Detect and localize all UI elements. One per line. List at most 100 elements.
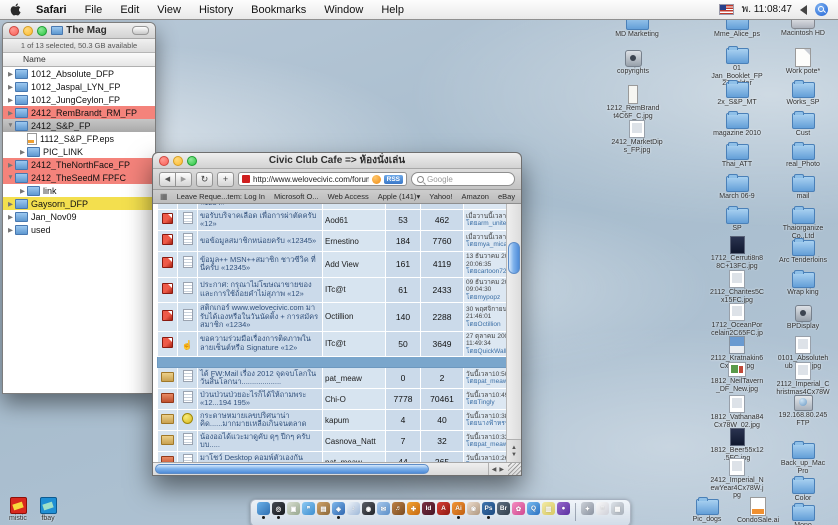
dock-item-illustrator[interactable]: Ai [452, 502, 466, 519]
topic-subject-link[interactable]: ได้ FW:Mail เรื่อง 2012 จุดจบโลกในวันสิ้… [200, 370, 320, 387]
topic-subject-link[interactable]: มาโชว์ Desktop คอมพ์ตัวเองกันเถอะ.......… [200, 454, 320, 463]
desktop-icon-1812-beer55x12-5fc-jpg[interactable]: 1812_Beer55x12.5FC.jpg [710, 428, 764, 462]
dock-item-finder[interactable] [257, 502, 271, 519]
desktop-icon-back-up-mac-pro[interactable]: Back_up_Mac Pro [776, 443, 830, 475]
finder-row[interactable]: ▼2412_S&P_FP [3, 119, 155, 132]
disclosure-triangle-icon[interactable]: ▶ [6, 200, 15, 208]
add-bookmark-button[interactable]: + [217, 172, 234, 187]
reload-button[interactable]: ↻ [196, 172, 213, 187]
menu-item-history[interactable]: History [190, 4, 242, 16]
author-link[interactable]: pat_meaw [325, 374, 362, 383]
menu-item-edit[interactable]: Edit [111, 4, 148, 16]
menu-item-view[interactable]: View [148, 4, 190, 16]
dock-item-trash[interactable]: ▦ [611, 502, 625, 519]
author-link[interactable]: ITc@t [325, 339, 346, 348]
back-button[interactable]: ◀ [159, 172, 176, 187]
snapback-icon[interactable] [372, 175, 381, 184]
author-link[interactable]: Add View [325, 260, 359, 269]
desktop-icon-march-06-9[interactable]: March 06-9 [710, 176, 764, 201]
disclosure-triangle-icon[interactable]: ▶ [6, 213, 15, 221]
dock-item-indesign[interactable]: Id [422, 502, 436, 519]
menu-item-help[interactable]: Help [372, 4, 413, 16]
author-link[interactable]: Octillion [325, 312, 353, 321]
dock-item-photoshop[interactable]: Ps [482, 502, 496, 519]
last-post-author-link[interactable]: โดยOctillion [466, 321, 506, 329]
horizontal-scrollbar[interactable]: ◀▶ [153, 462, 521, 475]
last-post-author-link[interactable]: โดยmya_mica [466, 241, 506, 249]
finder-row[interactable]: ▼2412_TheSeedM FPFC [3, 171, 155, 184]
bookmarks-grid-icon[interactable]: ▦ [160, 192, 168, 201]
finder-row[interactable]: ▶used [3, 223, 155, 236]
desktop-icon-1212-rembrandt4c6f-c-jpg[interactable]: 1212_RemBrandt4C6F_C.jpg [606, 85, 660, 120]
finder-name-column-header[interactable]: Name [3, 53, 155, 67]
last-post-author-link[interactable]: โดยcartoon7257 [466, 268, 506, 276]
bookmark-item[interactable]: Leave Reque...tem: Log In [177, 192, 265, 201]
topic-subject-link[interactable]: ขอความร่วมมือเรื่องการติดภาพในลายเซ็นต์ห… [200, 335, 320, 352]
author-link[interactable]: Casnova_Natt [325, 437, 376, 446]
horizontal-scroll-arrows[interactable]: ◀▶ [488, 463, 507, 475]
vertical-scroll-arrows[interactable]: ▲▼ [507, 439, 521, 462]
dock-item-petals[interactable]: ✿ [512, 502, 526, 519]
disclosure-triangle-icon[interactable]: ▶ [18, 148, 27, 156]
author-link[interactable]: kapum [325, 416, 349, 425]
finder-row[interactable]: ▶Jan_Nov09 [3, 210, 155, 223]
finder-row[interactable]: ▶Gaysorn_DFP [3, 197, 155, 210]
dock-item-safari[interactable]: ◈ [332, 502, 346, 519]
desktop-icon-bpdisplay[interactable]: BPDisplay [776, 305, 830, 331]
address-field[interactable]: http://www.welovecivic.com/forum/index.p… [238, 172, 407, 186]
disclosure-triangle-icon[interactable]: ▼ [6, 122, 15, 129]
dock-item-acrobat[interactable]: A [437, 502, 451, 519]
last-post-author-link[interactable]: โดยarm_united [466, 220, 506, 228]
dock-item-ichat[interactable]: ❞ [302, 502, 316, 519]
safari-titlebar[interactable]: Civic Club Cafe => ห้องนั่งเล่น [153, 153, 521, 169]
dock-item-address-book[interactable]: ▤ [317, 502, 331, 519]
bookmark-item[interactable]: Web Access [328, 192, 369, 201]
author-link[interactable]: Aod61 [325, 216, 348, 225]
topic-subject-link[interactable]: น้องออได้แวะมาดูคับ ดุๆ ปีกๆ ครับบบ..... [200, 433, 320, 450]
finder-row[interactable]: ▶1012_Absolute_DFP [3, 67, 155, 80]
rss-badge[interactable]: RSS [384, 175, 403, 184]
menu-item-bookmarks[interactable]: Bookmarks [242, 4, 315, 16]
topic-subject-link[interactable]: ข้อมูล++ MSN++สมาชิก ชาวซีวิค ที่นี่ครับ… [200, 256, 320, 273]
desktop-icon-works-sp[interactable]: Works_SP [776, 82, 830, 107]
dock-item-grapher[interactable]: ● [557, 502, 571, 519]
topic-subject-link[interactable]: ประกาศ: กรุณาไม่โฆษณาขายของ และการใช้ถ้อ… [200, 281, 320, 298]
search-placeholder[interactable]: Google [427, 175, 453, 184]
desktop-icon-1812-neiltavern-df-new-jpg[interactable]: 1812_NeilTavern_DF_New.jpg [710, 362, 764, 393]
dock-item-dvd-player[interactable]: ◉ [362, 502, 376, 519]
dock-item-garageband[interactable]: ♬ [392, 502, 406, 519]
last-post-author-link[interactable]: โดยนางฟ้าหรรษา [466, 420, 506, 428]
search-field[interactable]: Google [411, 172, 515, 186]
disclosure-triangle-icon[interactable]: ▶ [6, 83, 15, 91]
desktop-icon-wrap-king[interactable]: Wrap king [776, 272, 830, 297]
desktop-icon-2x-s-p-mt[interactable]: 2x_S&P_MT [710, 82, 764, 107]
dock-item-notes-doc[interactable]: ≡ [596, 502, 610, 519]
topic-subject-link[interactable]: Valley - Premo Posto) 20 ธ.ค. «1234» [200, 204, 320, 208]
desktop-icon-1712-cerruti8n88c-13fc-jpg[interactable]: 1712_Cerruti8n88C+13FC.jpg [710, 236, 764, 270]
spotlight-icon[interactable] [815, 3, 828, 16]
dock-item-bridge[interactable]: Br [497, 502, 511, 519]
input-language-flag-icon[interactable] [719, 4, 734, 15]
finder-titlebar[interactable]: The Mag [3, 23, 155, 39]
author-link[interactable]: Ernestino [325, 237, 359, 246]
last-post-author-link[interactable]: โดยpat_meaw [466, 378, 506, 386]
desktop-icon-2112-charites5cx15fc-jpg[interactable]: 2112_Charites5Cx15FC.jpg [710, 270, 764, 304]
finder-row[interactable]: ▶2412_TheNorthFace_FP [3, 158, 155, 171]
disclosure-triangle-icon[interactable]: ▶ [6, 70, 15, 78]
desktop-icon-cust[interactable]: Cust [776, 113, 830, 138]
topic-subject-link[interactable]: ขอรับบริจาคเลือด เพื่อการผ่าตัดครับ «12» [200, 212, 320, 229]
last-post-author-link[interactable]: โดยmypopz [466, 294, 506, 302]
last-post-author-link[interactable]: โดยTingly [466, 399, 506, 407]
author-link[interactable]: ITc@t [325, 285, 346, 294]
menu-clock[interactable]: พ. 11:08:47 [742, 2, 792, 17]
bookmark-item[interactable]: Microsoft O... [274, 192, 319, 201]
disclosure-triangle-icon[interactable]: ▶ [6, 226, 15, 234]
menu-item-window[interactable]: Window [315, 4, 372, 16]
dock-item-quicktime[interactable]: Q [527, 502, 541, 519]
finder-row[interactable]: ▶1012_JungCeylon_FP [3, 93, 155, 106]
bookmark-item[interactable]: Apple (141)▾ [378, 192, 421, 201]
menu-item-safari[interactable]: Safari [27, 4, 76, 16]
desktop-icon-2412-marketdips-fp-jpg[interactable]: 2412_MarketDips_FP.jpg [610, 120, 664, 154]
horizontal-scroll-thumb[interactable] [155, 464, 429, 474]
desktop-icon-sp[interactable]: SP [710, 208, 764, 233]
